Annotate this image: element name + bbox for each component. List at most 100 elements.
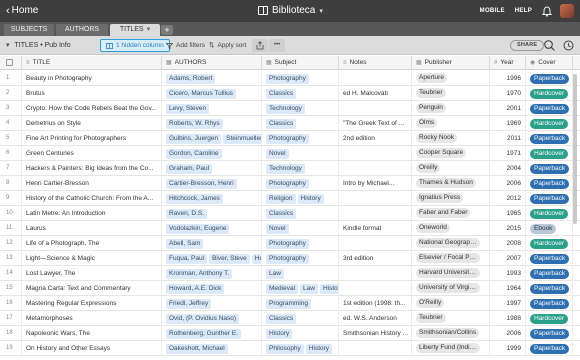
year-cell[interactable]: 1971 [490, 146, 526, 161]
authors-cell[interactable]: Graham, Paul [162, 161, 262, 176]
notes-cell[interactable]: Kindle format [339, 221, 412, 236]
subject-tag[interactable]: Classics [266, 89, 297, 99]
notes-cell[interactable]: Smithsonian History ... [339, 326, 412, 341]
title-cell[interactable]: Napoleonic Wars, The [22, 326, 162, 341]
notes-cell[interactable] [339, 101, 412, 116]
publisher-tag[interactable]: Elsevier / Focal Press [416, 253, 480, 264]
authors-cell[interactable]: Adams, Robert [162, 71, 262, 86]
subject-cell[interactable]: Technology [262, 101, 339, 116]
author-tag[interactable]: Friedl, Jeffrey [166, 299, 212, 309]
subject-cell[interactable]: Photography [262, 71, 339, 86]
publisher-tag[interactable]: Teubner [416, 88, 446, 99]
table-row[interactable]: 11 Laurus Vodolazkin, Eugene Novel Kindle fo… [0, 221, 580, 236]
publisher-cell[interactable]: Oreilly [412, 161, 490, 176]
publisher-cell[interactable]: Penguin [412, 101, 490, 116]
notes-cell[interactable]: Intro by Michael... [339, 176, 412, 191]
subject-tag[interactable]: Religion [266, 194, 296, 204]
table-row[interactable]: 19 On History and Other Essays Oakeshott, … [0, 341, 580, 356]
cover-cell[interactable]: Paperback [526, 341, 573, 356]
table-row[interactable]: 14 Lost Lawyer, The Kronman, Anthony T. Law… [0, 266, 580, 281]
author-tag[interactable]: Oakeshott, Michael [166, 344, 228, 354]
year-cell[interactable]: 1997 [490, 296, 526, 311]
app-title-menu[interactable]: Biblioteca ▾ [258, 5, 323, 16]
publisher-cell[interactable]: Faber and Faber [412, 206, 490, 221]
subject-cell[interactable]: Philosophy History [262, 341, 339, 356]
notes-cell[interactable] [339, 206, 412, 221]
table-row[interactable]: 8 Henri Cartier-Bresson Cartier-Bresson, H… [0, 176, 580, 191]
row-number[interactable]: 4 [0, 116, 22, 131]
subject-tag[interactable]: Novel [266, 149, 289, 159]
row-number[interactable]: 19 [0, 341, 22, 356]
author-tag[interactable]: Roberts, W. Rhys [166, 119, 223, 129]
title-cell[interactable]: Magna Carta: Text and Commentary [22, 281, 162, 296]
row-number[interactable]: 8 [0, 176, 22, 191]
cover-cell[interactable]: Hardcover [526, 86, 573, 101]
author-tag[interactable]: Cicero, Marcus Tullius [166, 89, 236, 99]
publisher-tag[interactable]: Oneworld [416, 223, 450, 234]
publisher-cell[interactable]: Smithsonian/Collins [412, 326, 490, 341]
subject-tag[interactable]: Photography [266, 179, 309, 189]
authors-cell[interactable]: Abell, Sam [162, 236, 262, 251]
author-tag[interactable]: Raven, D.S. [166, 209, 208, 219]
row-number[interactable]: 16 [0, 296, 22, 311]
publisher-cell[interactable]: O'Reilly [412, 296, 490, 311]
authors-cell[interactable]: Hitchcock, James [162, 191, 262, 206]
cover-cell[interactable]: Hardcover [526, 146, 573, 161]
subject-tag[interactable]: Technology [266, 104, 305, 114]
notes-cell[interactable]: ed. W.S. Anderson [339, 311, 412, 326]
title-cell[interactable]: Laurus [22, 221, 162, 236]
publisher-tag[interactable]: Harvard University ... [416, 268, 480, 279]
select-all-checkbox[interactable] [0, 56, 22, 70]
subject-tag[interactable]: History [319, 284, 338, 294]
notes-cell[interactable] [339, 236, 412, 251]
authors-cell[interactable]: Vodolazkin, Eugene [162, 221, 262, 236]
notes-cell[interactable]: "The Greek Text of ... [339, 116, 412, 131]
subject-cell[interactable]: Classics [262, 206, 339, 221]
author-tag[interactable]: Graham, Paul [166, 164, 213, 174]
publisher-tag[interactable]: Smithsonian/Collins [416, 328, 480, 339]
author-tag[interactable]: Adams, Robert [166, 74, 216, 84]
cover-cell[interactable]: Paperback [526, 191, 573, 206]
year-cell[interactable]: 2015 [490, 221, 526, 236]
publisher-cell[interactable]: Olms [412, 116, 490, 131]
search-icon[interactable] [543, 39, 556, 52]
author-tag[interactable]: Abell, Sam [166, 239, 204, 249]
title-cell[interactable]: Life of a Photograph, The [22, 236, 162, 251]
title-cell[interactable]: Green Centuries [22, 146, 162, 161]
title-cell[interactable]: Henri Cartier-Bresson [22, 176, 162, 191]
cover-cell[interactable]: Paperback [526, 101, 573, 116]
row-number[interactable]: 10 [0, 206, 22, 221]
title-cell[interactable]: Beauty in Photography [22, 71, 162, 86]
subject-cell[interactable]: Classics [262, 116, 339, 131]
cover-cell[interactable]: Paperback [526, 161, 573, 176]
subject-tag[interactable]: Novel [266, 224, 289, 234]
subject-tag[interactable]: Law [300, 284, 318, 294]
publisher-cell[interactable]: University of Virginia [412, 281, 490, 296]
author-tag[interactable]: Vodolazkin, Eugene [166, 224, 230, 234]
subject-tag[interactable]: Classics [266, 119, 297, 129]
tab-authors[interactable]: AUTHORS [56, 24, 108, 36]
publisher-tag[interactable]: University of Virginia [416, 283, 480, 294]
home-link[interactable]: ‹ Home [6, 5, 38, 16]
column-header-authors[interactable]: ▦ AUTHORS [162, 56, 262, 70]
author-tag[interactable]: Gordon, Caroline [166, 149, 222, 159]
cover-cell[interactable]: Paperback [526, 266, 573, 281]
subject-tag[interactable]: History [305, 344, 333, 354]
authors-cell[interactable]: Kronman, Anthony T. [162, 266, 262, 281]
author-tag[interactable]: Howard, A.E. Dick [166, 284, 225, 294]
subject-tag[interactable]: Medieval [266, 284, 299, 294]
table-row[interactable]: 7 Hackers & Painters: Big Ideas from the … [0, 161, 580, 176]
notes-cell[interactable]: 1st edition (1998: th... [339, 296, 412, 311]
title-cell[interactable]: Demetrius on Style [22, 116, 162, 131]
notes-cell[interactable]: ed H. Malcovati [339, 86, 412, 101]
notes-cell[interactable] [339, 146, 412, 161]
avatar[interactable] [560, 4, 574, 18]
year-cell[interactable]: 2004 [490, 161, 526, 176]
history-icon[interactable] [562, 39, 575, 52]
subject-cell[interactable]: History [262, 326, 339, 341]
notes-cell[interactable] [339, 191, 412, 206]
cover-cell[interactable]: Paperback [526, 176, 573, 191]
authors-cell[interactable]: Friedl, Jeffrey [162, 296, 262, 311]
row-number[interactable]: 3 [0, 101, 22, 116]
publisher-tag[interactable]: O'Reilly [416, 298, 445, 309]
